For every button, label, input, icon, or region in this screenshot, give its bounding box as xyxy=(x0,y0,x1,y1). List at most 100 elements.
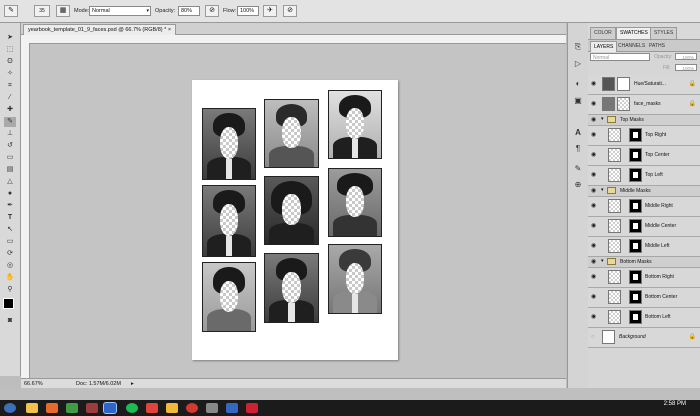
masks-panel-icon[interactable]: ▣ xyxy=(572,95,584,107)
eye-icon[interactable]: ◉ xyxy=(591,202,599,210)
eye-icon[interactable]: ◉ xyxy=(591,293,599,301)
layer-row[interactable]: ◉ Bottom Left xyxy=(588,308,700,328)
layer-row[interactable]: ◉ Top Center xyxy=(588,146,700,166)
eye-icon[interactable]: ◉ xyxy=(591,116,599,124)
3d-rotate-tool-icon[interactable]: ⟳ xyxy=(4,249,16,259)
app-icon[interactable] xyxy=(86,403,98,413)
eye-icon[interactable]: ◉ xyxy=(591,100,599,108)
layer-row[interactable]: ◉ Middle Left xyxy=(588,237,700,257)
layer-row[interactable]: ◉ face_masks 🔒 xyxy=(588,95,700,115)
pen-tool-icon[interactable]: ✒ xyxy=(4,201,16,211)
tab-color[interactable]: COLOR xyxy=(590,27,616,39)
browser-icon[interactable] xyxy=(186,403,198,413)
clone-stamp-tool-icon[interactable]: ⊥ xyxy=(4,129,16,139)
gradient-tool-icon[interactable]: ▤ xyxy=(4,165,16,175)
actions-panel-icon[interactable]: ▷ xyxy=(572,58,584,70)
zoom-tool-icon[interactable]: ⚲ xyxy=(4,285,16,295)
pressure-size-icon[interactable]: ⊘ xyxy=(283,5,297,17)
layer-row[interactable]: ◉ Middle Right xyxy=(588,197,700,217)
eye-icon[interactable]: ◉ xyxy=(591,258,599,266)
app-icon[interactable] xyxy=(66,403,78,413)
mode-select[interactable]: Normal ▾ xyxy=(89,6,151,16)
photoshop-taskbar-icon[interactable] xyxy=(103,402,117,414)
eye-icon[interactable]: ◉ xyxy=(591,171,599,179)
layer-group-row[interactable]: ◉ ▾ Middle Masks xyxy=(588,186,700,197)
eye-icon[interactable]: ◉ xyxy=(591,313,599,321)
eyedropper-tool-icon[interactable]: ⁄ xyxy=(4,93,16,103)
tab-layers[interactable]: LAYERS xyxy=(590,41,618,52)
history-panel-icon[interactable]: ⎘ xyxy=(572,41,584,53)
layer-group-row[interactable]: ◉ ▾ Bottom Masks xyxy=(588,257,700,268)
app-icon[interactable] xyxy=(246,403,258,413)
app-icon[interactable] xyxy=(126,403,138,413)
vertical-ruler[interactable] xyxy=(21,43,30,378)
hand-tool-icon[interactable]: ✋ xyxy=(4,273,16,283)
layer-row[interactable]: ○ Background 🔒 xyxy=(588,328,700,348)
eye-icon[interactable]: ◉ xyxy=(591,242,599,250)
quick-mask-icon[interactable]: ◙ xyxy=(4,316,16,326)
marquee-tool-icon[interactable]: ⬚ xyxy=(4,45,16,55)
brush-panel-toggle-icon[interactable]: ▦ xyxy=(56,5,70,17)
eye-icon[interactable]: ◉ xyxy=(591,273,599,281)
brush-tool-icon[interactable]: ✎ xyxy=(4,117,16,127)
app-icon[interactable] xyxy=(146,403,158,413)
history-brush-tool-icon[interactable]: ↺ xyxy=(4,141,16,151)
start-button-icon[interactable] xyxy=(4,403,16,413)
type-tool-icon[interactable]: T xyxy=(4,213,16,223)
tab-paths[interactable]: PATHS xyxy=(646,41,668,51)
layer-group-row[interactable]: ◉ ▾ Top Masks xyxy=(588,115,700,126)
path-selection-tool-icon[interactable]: ↖ xyxy=(4,225,16,235)
foreground-color-swatch[interactable] xyxy=(3,298,14,309)
blend-mode-select[interactable]: Normal xyxy=(590,53,650,61)
layer-row[interactable]: ◉ Middle Center xyxy=(588,217,700,237)
move-tool-icon[interactable]: ➤ xyxy=(4,33,16,43)
layer-opacity-input[interactable]: 100% xyxy=(675,53,697,60)
file-explorer-icon[interactable] xyxy=(26,403,38,413)
crop-tool-icon[interactable]: ⌗ xyxy=(4,81,16,91)
healing-brush-tool-icon[interactable]: ✚ xyxy=(4,105,16,115)
3d-orbit-tool-icon[interactable]: ◎ xyxy=(4,261,16,271)
eye-icon[interactable]: ◉ xyxy=(591,187,599,195)
tab-swatches[interactable]: SWATCHES xyxy=(616,27,652,39)
brush-presets-panel-icon[interactable]: ✎ xyxy=(572,163,584,175)
flow-input[interactable]: 100% xyxy=(237,6,259,16)
eye-icon[interactable]: ◉ xyxy=(591,222,599,230)
quick-selection-tool-icon[interactable]: ✧ xyxy=(4,69,16,79)
expand-triangle-icon[interactable]: ▾ xyxy=(601,187,604,193)
eye-icon[interactable]: ◉ xyxy=(591,151,599,159)
close-icon[interactable]: × xyxy=(168,27,171,33)
layer-row[interactable]: ◉ Hue/Saturati... 🔒 xyxy=(588,75,700,95)
media-player-icon[interactable] xyxy=(46,403,58,413)
shape-tool-icon[interactable]: ▭ xyxy=(4,237,16,247)
layer-row[interactable]: ◉ Top Left xyxy=(588,166,700,186)
layer-row[interactable]: ◉ Bottom Right xyxy=(588,268,700,288)
paragraph-panel-icon[interactable]: ¶ xyxy=(572,143,584,155)
eye-icon[interactable]: ◉ xyxy=(591,80,599,88)
expand-triangle-icon[interactable]: ▾ xyxy=(601,258,604,264)
app-icon[interactable] xyxy=(166,403,178,413)
dodge-tool-icon[interactable]: ● xyxy=(4,189,16,199)
taskbar-clock[interactable]: 2:58 PM xyxy=(664,401,686,408)
eraser-tool-icon[interactable]: ▭ xyxy=(4,153,16,163)
brush-size-picker[interactable]: 35 xyxy=(34,5,50,17)
layer-fill-input[interactable]: 100% xyxy=(675,64,697,71)
clone-source-panel-icon[interactable]: ⊕ xyxy=(572,179,584,191)
eye-icon[interactable]: ○ xyxy=(591,333,599,341)
character-panel-icon[interactable]: A xyxy=(572,127,584,139)
pressure-opacity-icon[interactable]: ⊘ xyxy=(205,5,219,17)
opacity-input[interactable]: 80% xyxy=(178,6,200,16)
brush-tool-preset-icon[interactable]: ✎ xyxy=(4,5,18,17)
app-icon[interactable] xyxy=(226,403,238,413)
expand-triangle-icon[interactable]: ▾ xyxy=(601,116,604,122)
app-icon[interactable] xyxy=(206,403,218,413)
layer-row[interactable]: ◉ Top Right xyxy=(588,126,700,146)
horizontal-ruler[interactable] xyxy=(21,35,566,44)
tab-styles[interactable]: STYLES xyxy=(650,27,678,39)
document-page[interactable] xyxy=(192,80,398,360)
blur-tool-icon[interactable]: △ xyxy=(4,177,16,187)
adjustments-panel-icon[interactable]: ◐ xyxy=(572,78,584,90)
lasso-tool-icon[interactable]: ʘ xyxy=(4,57,16,67)
layer-row[interactable]: ◉ Bottom Center xyxy=(588,288,700,308)
document-tab[interactable]: yearbook_template_01_9_faces.psd @ 66.7%… xyxy=(23,24,177,35)
eye-icon[interactable]: ◉ xyxy=(591,131,599,139)
